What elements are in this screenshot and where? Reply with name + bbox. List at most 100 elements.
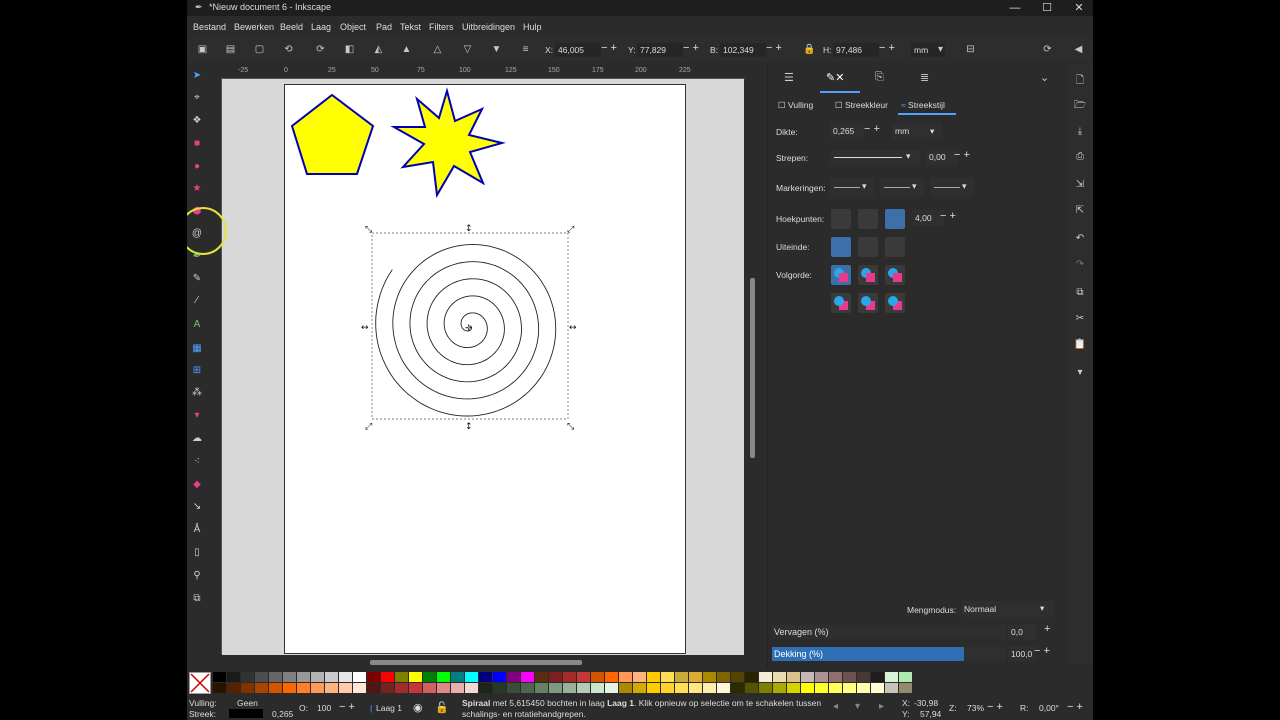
y-stepper[interactable]: − +: [683, 42, 699, 54]
next-page-icon[interactable]: ▾: [855, 701, 860, 712]
rotate-ccw-icon[interactable]: ⟲: [283, 44, 294, 55]
handle-bottom-right-icon[interactable]: ⤡: [567, 422, 574, 432]
palette-swatch[interactable]: [535, 672, 548, 682]
palette-swatch[interactable]: [703, 683, 716, 693]
palette-swatch[interactable]: [801, 672, 814, 682]
palette-swatch[interactable]: [549, 672, 562, 682]
palette-swatch[interactable]: [437, 683, 450, 693]
stroke-width-field[interactable]: 0,265: [830, 123, 864, 139]
raise-icon[interactable]: △: [432, 44, 443, 55]
opacity-field[interactable]: 100,0: [1008, 646, 1036, 662]
tweak-tool-icon[interactable]: ❖: [190, 114, 204, 128]
end-marker-select[interactable]: ▾: [930, 178, 974, 196]
palette-swatch[interactable]: [353, 683, 366, 693]
menu-pad[interactable]: Pad: [376, 22, 392, 32]
palette-swatch[interactable]: [675, 672, 688, 682]
palette-swatch[interactable]: [227, 672, 240, 682]
palette-swatch[interactable]: [675, 683, 688, 693]
select-all-layers-icon[interactable]: ▤: [225, 44, 236, 55]
palette-swatch[interactable]: [717, 683, 730, 693]
deselect-icon[interactable]: ▢: [254, 44, 265, 55]
eraser-tool-icon[interactable]: ◆: [190, 478, 204, 492]
cap-butt-icon[interactable]: [831, 237, 851, 257]
raise-top-icon[interactable]: ▲: [401, 44, 412, 55]
stroke-unit-select[interactable]: mm: [892, 123, 942, 139]
palette-swatch[interactable]: [339, 672, 352, 682]
palette-swatch[interactable]: [885, 683, 898, 693]
prev-page-icon[interactable]: ◂: [833, 701, 838, 712]
palette-swatch[interactable]: [409, 672, 422, 682]
layer-lock-icon[interactable]: 🔓: [435, 701, 449, 714]
palette-swatch[interactable]: [213, 672, 226, 682]
print-icon[interactable]: ⎙: [1073, 150, 1087, 164]
undo-icon[interactable]: ↶: [1073, 232, 1087, 246]
palette-swatch[interactable]: [269, 683, 282, 693]
palette-swatch[interactable]: [591, 683, 604, 693]
export-tab-icon[interactable]: ⎘: [875, 71, 884, 84]
pages-tool-icon[interactable]: ▯: [190, 546, 204, 560]
palette-swatch[interactable]: [703, 672, 716, 682]
ellipse-tool-icon[interactable]: ●: [190, 160, 204, 174]
mesh-tool-icon[interactable]: ⊞: [190, 364, 204, 378]
palette-swatch[interactable]: [479, 672, 492, 682]
paint-bucket-tool-icon[interactable]: ▾: [190, 409, 204, 423]
order-fill-stroke-markers-icon[interactable]: [831, 265, 851, 285]
star-tool-icon[interactable]: ★: [190, 182, 204, 196]
palette-swatch[interactable]: [829, 672, 842, 682]
palette-swatch[interactable]: [829, 683, 842, 693]
join-round-icon[interactable]: [858, 209, 878, 229]
palette-swatch[interactable]: [577, 672, 590, 682]
join-miter-icon[interactable]: [885, 209, 905, 229]
opacity-indicator-stepper[interactable]: − +: [339, 701, 355, 713]
connector-tool-icon[interactable]: ↘: [190, 500, 204, 514]
palette-swatch[interactable]: [731, 672, 744, 682]
palette-swatch[interactable]: [381, 672, 394, 682]
transform-options-icon[interactable]: ⊟: [965, 44, 976, 55]
palette-swatch[interactable]: [353, 672, 366, 682]
menu-filters[interactable]: Filters: [429, 22, 454, 32]
import-icon[interactable]: ⇲: [1073, 178, 1087, 192]
palette-swatch[interactable]: [535, 683, 548, 693]
palette-swatch[interactable]: [507, 683, 520, 693]
palette-swatch[interactable]: [283, 672, 296, 682]
palette-swatch[interactable]: [773, 683, 786, 693]
palette-swatch[interactable]: [493, 683, 506, 693]
flip-vertical-icon[interactable]: ◭: [373, 44, 384, 55]
palette-swatch[interactable]: [451, 672, 464, 682]
palette-swatch[interactable]: [731, 683, 744, 693]
palette-swatch[interactable]: [759, 672, 772, 682]
palette-swatch[interactable]: [717, 672, 730, 682]
palette-swatch[interactable]: [773, 672, 786, 682]
palette-swatch[interactable]: [871, 683, 884, 693]
palette-swatch[interactable]: [367, 683, 380, 693]
mid-marker-select[interactable]: ▾: [880, 178, 924, 196]
palette-swatch[interactable]: [815, 672, 828, 682]
save-icon[interactable]: ⤓: [1073, 125, 1087, 139]
flip-horizontal-icon[interactable]: ◧: [344, 44, 355, 55]
cap-round-icon[interactable]: [858, 237, 878, 257]
palette-swatch[interactable]: [647, 672, 660, 682]
palette-swatch[interactable]: [871, 672, 884, 682]
chevron-down-icon[interactable]: ⌄: [1040, 71, 1049, 84]
palette-swatch[interactable]: [367, 672, 380, 682]
palette-swatch[interactable]: [689, 672, 702, 682]
rotation-center-icon[interactable]: ✛: [465, 324, 473, 334]
palette-swatch[interactable]: [745, 672, 758, 682]
palette-swatch[interactable]: [815, 683, 828, 693]
palette-swatch[interactable]: [213, 683, 226, 693]
opacity-stepper[interactable]: − +: [1034, 645, 1050, 657]
palette-swatch[interactable]: [381, 683, 394, 693]
palette-swatch[interactable]: [339, 683, 352, 693]
chevron-down-icon[interactable]: ▾: [935, 44, 946, 55]
paste-icon[interactable]: 📋: [1073, 338, 1087, 352]
order-stroke-markers-fill-icon[interactable]: [858, 293, 878, 313]
rotate-cw-icon[interactable]: ⟳: [315, 44, 326, 55]
layer-visibility-icon[interactable]: ◉: [413, 701, 423, 714]
join-bevel-icon[interactable]: [831, 209, 851, 229]
rotation-value[interactable]: 0,00°: [1039, 703, 1059, 713]
zoom-tool-icon[interactable]: ⚲: [190, 569, 204, 583]
palette-swatch[interactable]: [521, 683, 534, 693]
next-icon[interactable]: ▸: [879, 701, 884, 712]
palette-swatch[interactable]: [241, 672, 254, 682]
opacity-indicator-value[interactable]: 100: [317, 703, 331, 713]
